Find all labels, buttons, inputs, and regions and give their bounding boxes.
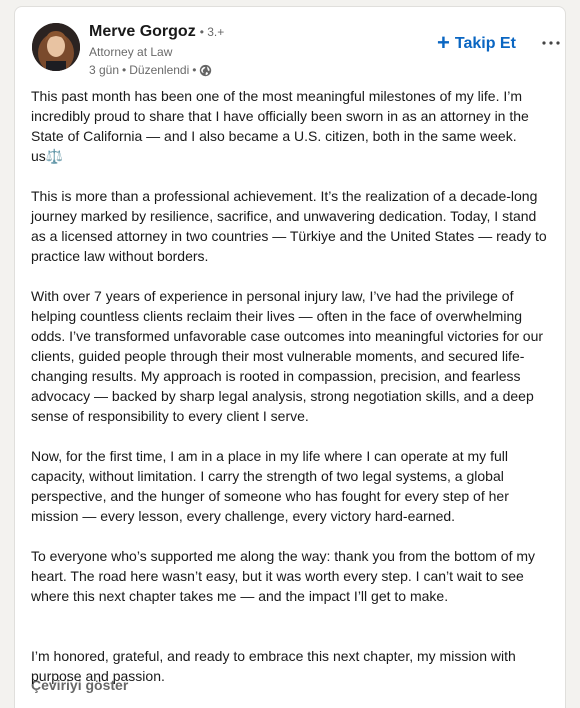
post-header: Merve Gorgoz • 3.+ Attorney at Law 3 gün… [31, 23, 560, 79]
post-paragraph: With over 7 years of experience in perso… [31, 288, 544, 424]
post-paragraph: This past month has been one of the most… [31, 88, 529, 164]
author-name[interactable]: Merve Gorgoz [89, 23, 196, 41]
follow-button[interactable]: + Takip Et [437, 30, 516, 55]
edited-label: Düzenlendi [129, 63, 190, 77]
plus-icon: + [437, 30, 450, 55]
author-meta: Merve Gorgoz • 3.+ Attorney at Law 3 gün… [89, 23, 429, 78]
avatar-photo [32, 23, 80, 71]
post-paragraph: To everyone who’s supported me along the… [31, 548, 536, 604]
author-headline: Attorney at Law [89, 45, 173, 59]
post-paragraph: Now, for the first time, I am in a place… [31, 448, 509, 524]
follow-label: Takip Et [454, 35, 516, 52]
name-line: Merve Gorgoz • 3.+ [89, 23, 429, 43]
time-separator: • [192, 63, 197, 77]
more-options-icon [542, 41, 560, 45]
globe-icon [199, 64, 212, 77]
post-card: Merve Gorgoz • 3.+ Attorney at Law 3 gün… [14, 6, 566, 708]
connection-degree: • 3.+ [199, 25, 225, 39]
more-options-button[interactable] [539, 33, 563, 53]
avatar[interactable] [32, 23, 80, 71]
post-time-line: 3 gün • Düzenlendi • [89, 62, 429, 78]
show-translation-button[interactable]: Çeviriyi göster [31, 677, 128, 693]
post-paragraph: This is more than a professional achieve… [31, 188, 547, 264]
time-separator: • [122, 63, 127, 77]
post-body: This past month has been one of the most… [31, 86, 551, 706]
post-time: 3 gün [89, 63, 120, 77]
